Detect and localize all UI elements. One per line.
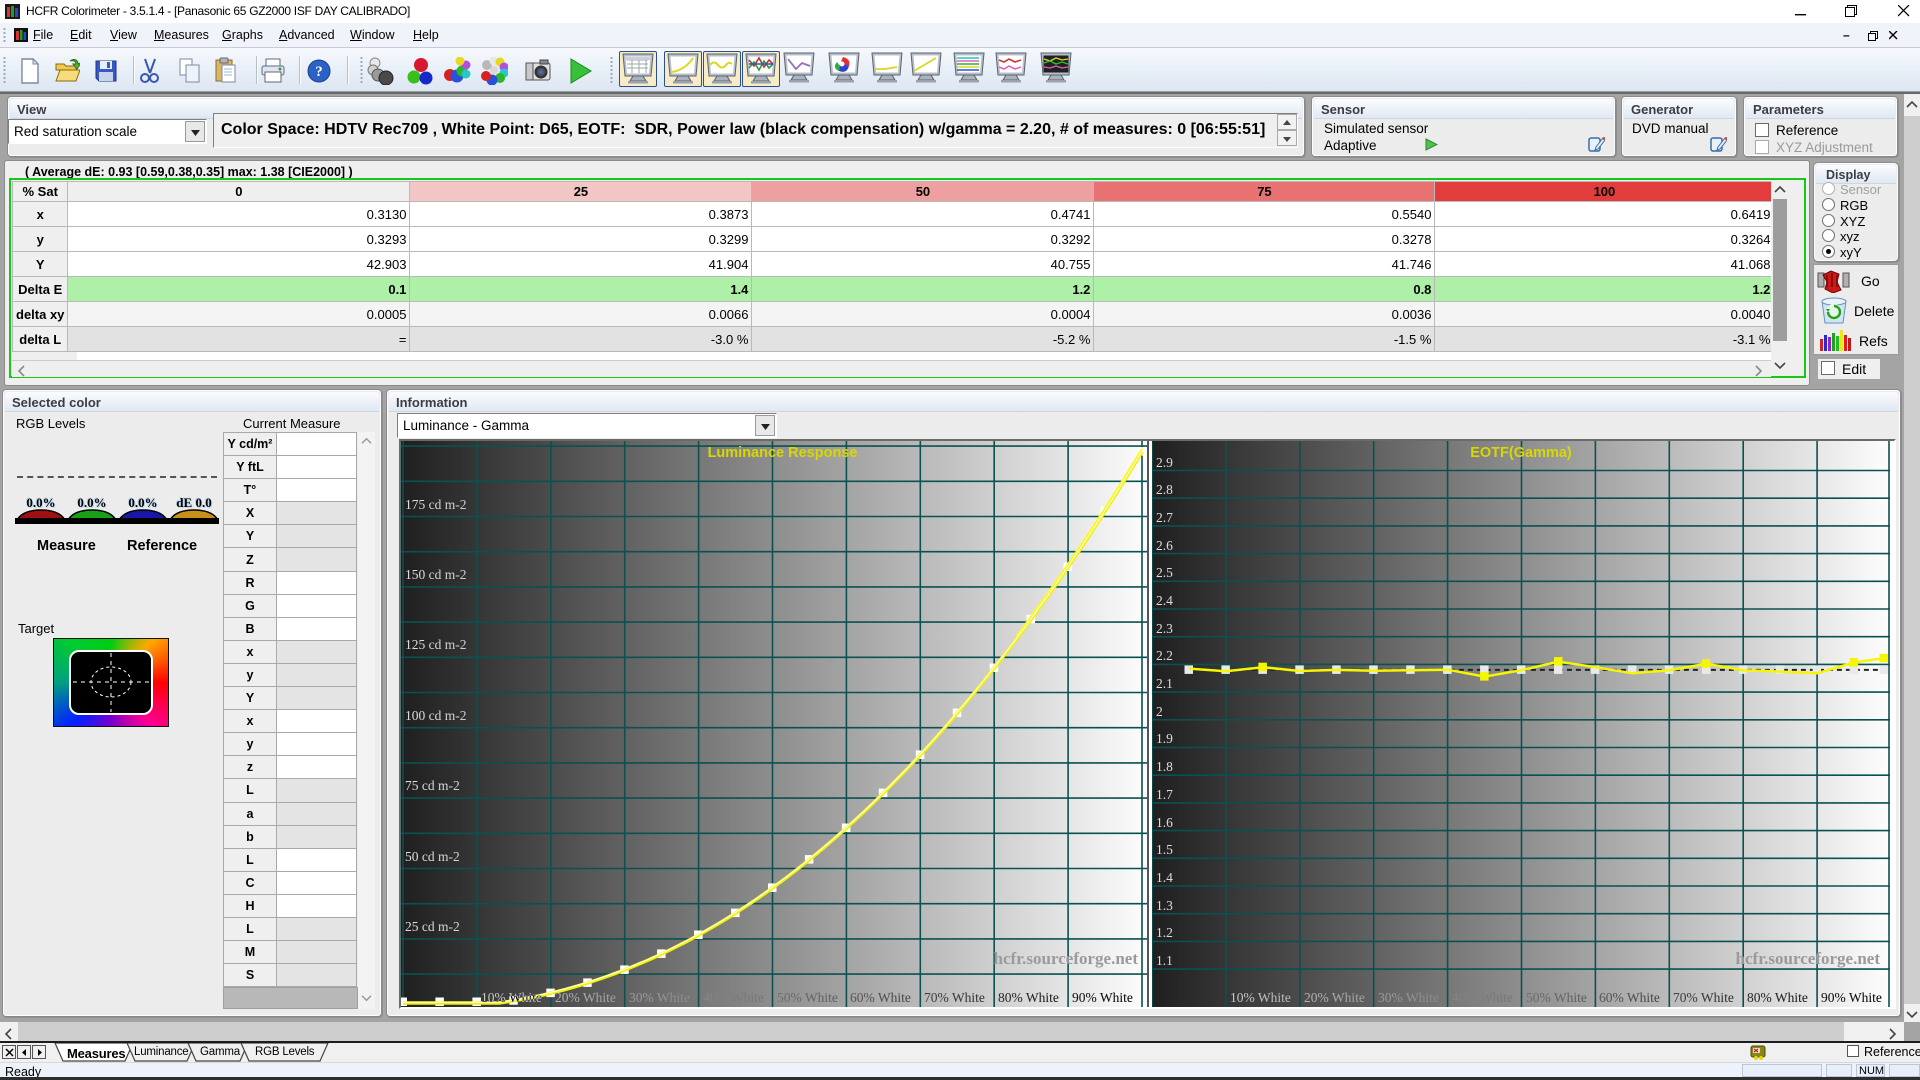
svg-text:?: ? — [315, 64, 323, 80]
